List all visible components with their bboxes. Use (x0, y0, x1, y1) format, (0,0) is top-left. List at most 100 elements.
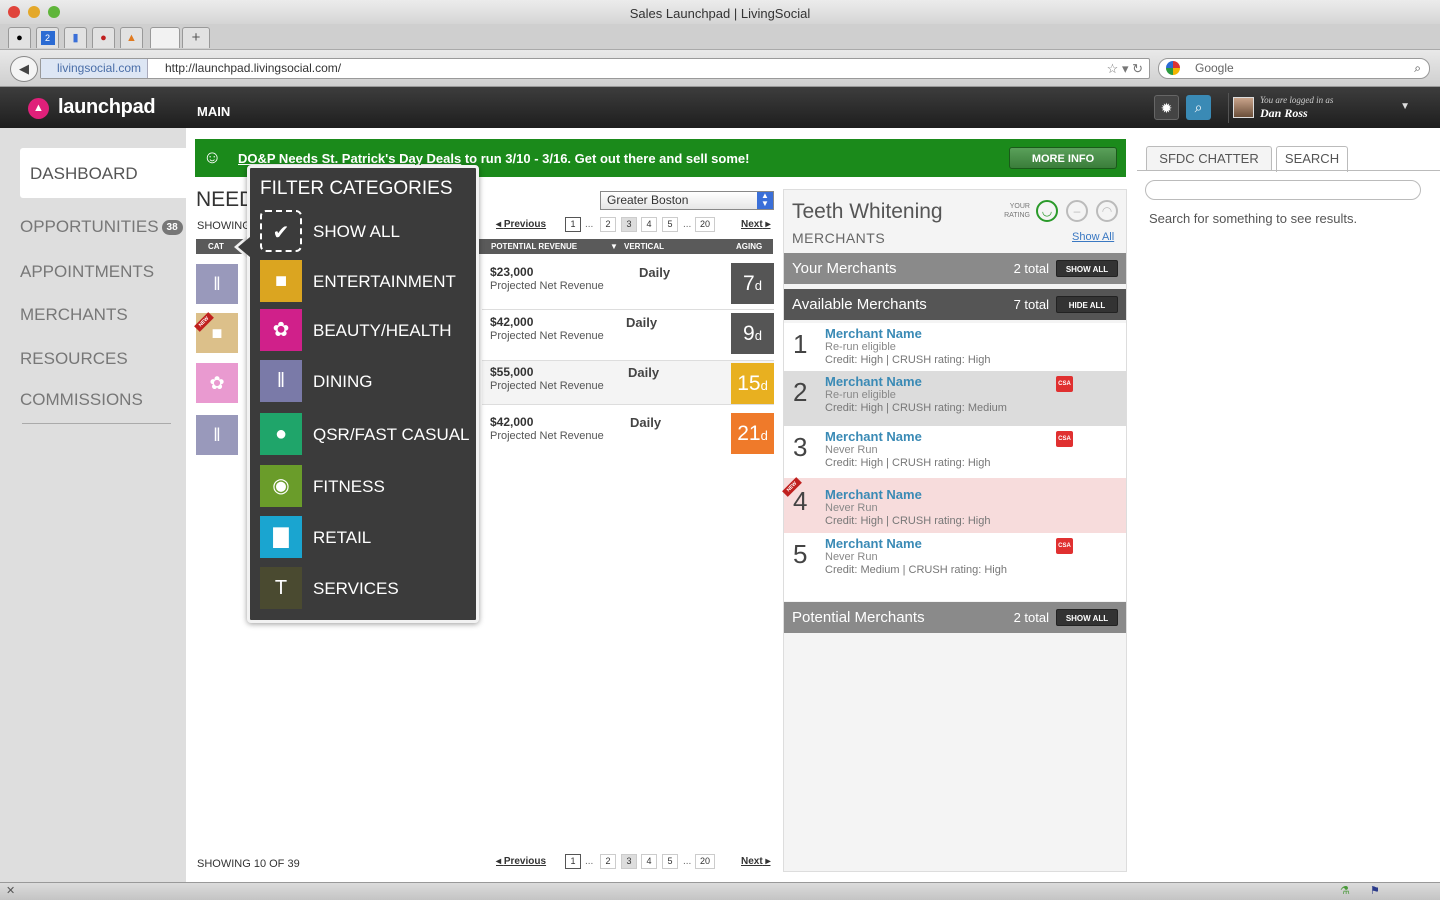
show-all-link[interactable]: Show All (1072, 231, 1114, 243)
reload-icon[interactable]: ↻ (1132, 61, 1143, 76)
merchant-row[interactable]: 3 Merchant Name Never Run Credit: High |… (784, 426, 1126, 478)
pager-dots: ... (683, 856, 692, 867)
merchant-rank: 2 (793, 377, 808, 407)
page-2[interactable]: 2 (600, 217, 616, 232)
page-5[interactable]: 5 (662, 854, 678, 869)
col-cat[interactable]: CAT (208, 242, 224, 251)
pagination-bottom: ◂ Previous 1 ... 2 3 4 5 ... 20 Next ▸ (496, 854, 776, 870)
flask-icon[interactable]: ⚗ (1340, 884, 1350, 897)
close-window-button[interactable] (8, 6, 20, 18)
show-all-button[interactable]: SHOW ALL (1056, 609, 1118, 626)
merchant-name-link[interactable]: Merchant Name (825, 374, 922, 389)
star-icon[interactable]: ☆ (1107, 61, 1119, 76)
category-dining-icon[interactable]: ǁ (196, 264, 238, 304)
merchant-rank: 3 (793, 432, 808, 462)
search-input[interactable] (1145, 180, 1421, 200)
back-button[interactable]: ◀ (10, 56, 38, 82)
page-1[interactable]: 1 (565, 854, 581, 869)
row-revenue-label: Projected Net Revenue (490, 430, 604, 442)
row-divider (482, 309, 774, 310)
record-icon: ● (100, 32, 107, 44)
app-logo[interactable]: launchpad (58, 96, 156, 119)
window-titlebar: Sales Launchpad | LivingSocial (0, 0, 1440, 26)
merchant-name-link[interactable]: Merchant Name (825, 487, 922, 502)
aging-badge: 15d (731, 363, 774, 404)
show-all-button[interactable]: SHOW ALL (1056, 260, 1118, 277)
merchant-row[interactable]: 2 Merchant Name Re-run eligible Credit: … (784, 371, 1126, 426)
tab-active[interactable] (150, 27, 180, 48)
tab-search[interactable]: SEARCH (1276, 146, 1348, 172)
zoom-window-button[interactable] (48, 6, 60, 18)
filter-categories-popup: FILTER CATEGORIES ✔ SHOW ALL ■ ENTERTAIN… (247, 165, 479, 623)
flag-icon[interactable]: ⚑ (1370, 884, 1380, 897)
previous-link[interactable]: ◂ Previous (496, 219, 546, 230)
tab-analytics[interactable]: ▲ (120, 27, 143, 48)
resize-icon[interactable]: ✕ (6, 884, 15, 897)
minimize-window-button[interactable] (28, 6, 40, 18)
merchant-name-link[interactable]: Merchant Name (825, 326, 922, 341)
tab-calendar[interactable]: 2 (36, 27, 59, 48)
col-vertical[interactable]: VERTICAL (624, 242, 664, 251)
page-3[interactable]: 3 (621, 217, 637, 232)
search-icon[interactable]: ⌕ (1186, 95, 1211, 120)
tab-docs[interactable]: ▮ (64, 27, 87, 48)
merchant-row[interactable]: 1 Merchant Name Re-run eligible Credit: … (784, 323, 1126, 371)
happy-face-icon[interactable]: ◡ (1036, 200, 1058, 222)
tab-github[interactable]: ● (8, 27, 31, 48)
bug-icon[interactable]: ✹ (1154, 95, 1179, 120)
col-aging[interactable]: AGING (736, 242, 762, 251)
burger-icon: ● (260, 413, 302, 455)
csa-badge: CSA (1056, 376, 1073, 392)
banner-link[interactable]: DO&P Needs St. Patrick's Day Deals (238, 151, 461, 166)
page-1[interactable]: 1 (565, 217, 581, 232)
select-arrows-icon: ▲ ▼ (757, 192, 773, 209)
previous-link[interactable]: ◂ Previous (496, 856, 546, 867)
category-beauty-icon[interactable]: ✿ (196, 363, 238, 403)
merchant-row[interactable]: NEW 4 Merchant Name Never Run Credit: Hi… (782, 477, 1126, 533)
main-nav-link[interactable]: MAIN (197, 104, 230, 119)
page-20[interactable]: 20 (695, 854, 715, 869)
plus-icon: + (191, 29, 201, 46)
page-5[interactable]: 5 (662, 217, 678, 232)
next-link[interactable]: Next ▸ (741, 219, 771, 230)
sidebar-item-opportunities[interactable]: OPPORTUNITIES 38 (20, 217, 183, 237)
merchant-name-link[interactable]: Merchant Name (825, 429, 922, 444)
merchant-name-link[interactable]: Merchant Name (825, 536, 922, 551)
tab-record[interactable]: ● (92, 27, 115, 48)
logged-in-label: You are logged in as (1260, 95, 1334, 105)
avatar (1233, 97, 1254, 118)
side-panel: SFDC CHATTER SEARCH Search for something… (1137, 128, 1440, 882)
page-3[interactable]: 3 (621, 854, 637, 869)
page-4[interactable]: 4 (641, 854, 657, 869)
next-label: Next (741, 856, 763, 867)
merchant-row[interactable]: 5 Merchant Name Never Run Credit: Medium… (784, 533, 1126, 601)
col-revenue[interactable]: POTENTIAL REVENUE (491, 242, 577, 251)
magnifier-icon[interactable]: ⌕ (1414, 59, 1421, 78)
sort-down-icon[interactable]: ▼ (610, 242, 618, 251)
sidebar-item-appointments[interactable]: APPOINTMENTS (20, 262, 154, 282)
sidebar-item-resources[interactable]: RESOURCES (20, 349, 128, 369)
sidebar-item-merchants[interactable]: MERCHANTS (20, 305, 128, 325)
neutral-face-icon[interactable]: – (1066, 200, 1088, 222)
page-2[interactable]: 2 (600, 854, 616, 869)
city-select[interactable]: Greater Boston ▲ ▼ (600, 191, 774, 210)
sidebar-item-commissions[interactable]: COMMISSIONS (20, 390, 143, 410)
more-info-button[interactable]: MORE INFO (1009, 147, 1117, 169)
user-menu[interactable]: You are logged in as Dan Ross ▼ (1228, 93, 1418, 123)
page-20[interactable]: 20 (695, 217, 715, 232)
search-box[interactable]: Google ⌕ (1158, 58, 1430, 79)
next-link[interactable]: Next ▸ (741, 856, 771, 867)
dropdown-icon[interactable]: ▾ (1122, 61, 1129, 76)
new-tab-button[interactable]: + (182, 27, 210, 48)
page-4[interactable]: 4 (641, 217, 657, 232)
aging-value: 9 (743, 322, 755, 345)
chevron-down-icon[interactable]: ▼ (1400, 101, 1410, 112)
category-dining-icon[interactable]: ǁ (196, 415, 238, 455)
sad-face-icon[interactable]: ◠ (1096, 200, 1118, 222)
search-placeholder: Google (1195, 61, 1234, 75)
url-bar[interactable]: livingsocial.com http://launchpad.living… (40, 58, 1150, 79)
tab-sfdc-chatter[interactable]: SFDC CHATTER (1146, 146, 1272, 171)
merchants-panel: Teeth Whitening MERCHANTS YOUR RATING ◡ … (782, 189, 1127, 872)
hide-all-button[interactable]: HIDE ALL (1056, 296, 1118, 313)
sidebar-item-dashboard[interactable]: DASHBOARD (20, 148, 190, 198)
